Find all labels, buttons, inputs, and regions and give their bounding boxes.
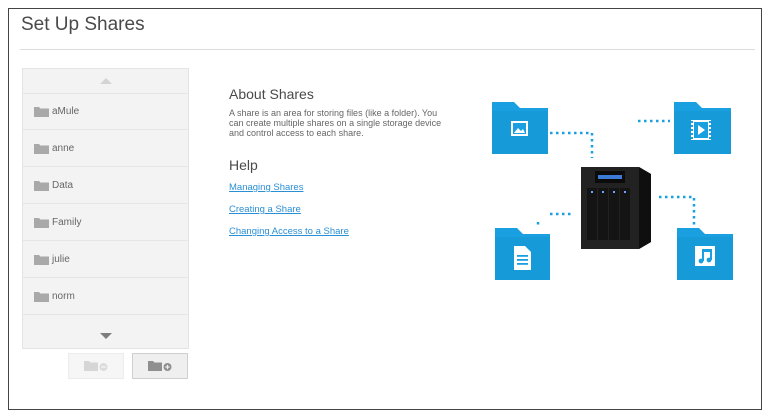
share-item-label: aMule [52, 106, 80, 117]
about-shares-title: About Shares [229, 86, 314, 102]
share-item-label: anne [52, 142, 75, 154]
folder-icon [34, 143, 49, 154]
shares-illustration [492, 102, 733, 280]
folder-add-icon [148, 361, 172, 371]
help-link-creating-share[interactable]: Creating a Share [229, 204, 459, 215]
about-shares-text: A share is an area for storing files (li… [229, 108, 442, 138]
share-item-julie[interactable]: julie [23, 241, 188, 278]
share-item-anne[interactable]: anne [23, 130, 188, 167]
share-item-label: Data [52, 179, 74, 191]
nas-device-icon [581, 167, 651, 249]
title-divider [20, 49, 755, 50]
share-items: aMule anne Data Family julie norm [23, 93, 188, 315]
scroll-up-button[interactable] [23, 69, 188, 93]
folder-icon [34, 291, 49, 302]
video-folder-icon [674, 102, 731, 154]
image-folder-icon [492, 102, 548, 154]
share-item-label: norm [52, 290, 75, 302]
chevron-down-icon [99, 333, 112, 339]
folder-remove-icon [84, 361, 108, 371]
help-link-managing-shares[interactable]: Managing Shares [229, 182, 459, 193]
remove-share-button[interactable] [68, 353, 124, 379]
share-item-label: Family [52, 216, 82, 228]
page-title: Set Up Shares [21, 14, 145, 35]
folder-icon [34, 217, 49, 228]
folder-icon [34, 180, 49, 191]
about-panel: About Shares A share is an area for stor… [229, 86, 459, 248]
share-item-data[interactable]: Data [23, 167, 188, 204]
scroll-down-button[interactable] [23, 324, 188, 348]
share-item-family[interactable]: Family [23, 204, 188, 241]
share-item-amule[interactable]: aMule [23, 93, 188, 130]
folder-icon [34, 107, 49, 117]
help-link-changing-access[interactable]: Changing Access to a Share [229, 226, 459, 237]
add-share-button[interactable] [132, 353, 188, 379]
share-item-norm[interactable]: norm [23, 278, 188, 315]
folder-icon [34, 254, 49, 265]
chevron-up-icon [99, 78, 112, 84]
document-folder-icon [495, 228, 550, 280]
share-list: aMule anne Data Family julie norm [22, 68, 189, 349]
share-item-label: julie [52, 253, 70, 265]
help-title: Help [229, 157, 258, 173]
music-folder-icon [677, 228, 733, 280]
